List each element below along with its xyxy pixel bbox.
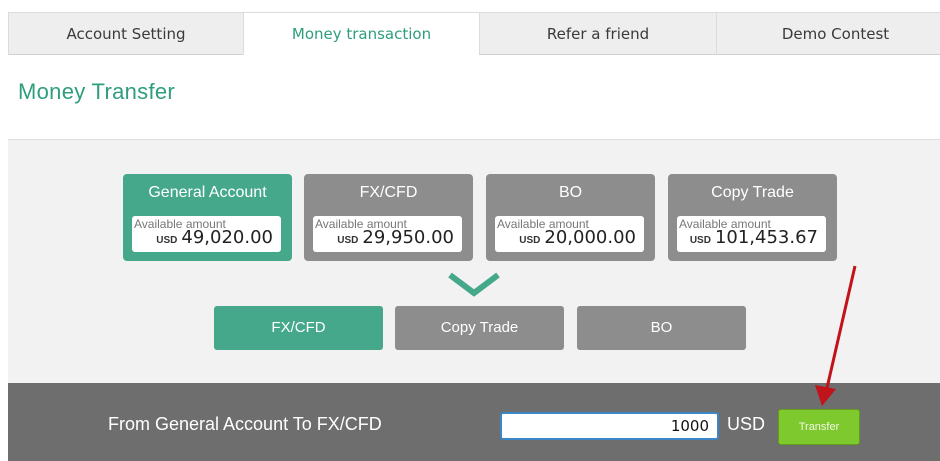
currency-label: USD: [519, 235, 541, 246]
transfer-button[interactable]: Transfer: [778, 409, 860, 445]
tab-demo-contest[interactable]: Demo Contest: [716, 12, 940, 55]
amount-text: 49,020.00: [181, 227, 273, 248]
transfer-currency-label: USD: [727, 414, 766, 434]
destination-bo-button[interactable]: BO: [577, 306, 746, 350]
available-amount-value: USD 20,000.00: [519, 228, 636, 251]
amount-text: 101,453.67: [714, 227, 818, 248]
tab-refer-a-friend[interactable]: Refer a friend: [479, 12, 717, 55]
currency-label: USD: [156, 235, 178, 246]
source-account-fx-cfd[interactable]: FX/CFD Available amount USD 29,950.00: [304, 174, 473, 261]
source-account-bo[interactable]: BO Available amount USD 20,000.00: [486, 174, 655, 261]
destination-copy-trade-button[interactable]: Copy Trade: [395, 306, 564, 350]
source-account-general[interactable]: General Account Available amount USD 49,0…: [123, 174, 292, 261]
available-amount-box: Available amount USD 29,950.00: [313, 216, 462, 252]
available-amount-box: Available amount USD 49,020.00: [132, 216, 281, 252]
source-account-name: BO: [558, 184, 583, 201]
source-account-name: General Account: [148, 184, 267, 201]
currency-label: USD: [689, 235, 711, 246]
currency-label: USD: [337, 235, 359, 246]
available-amount-value: USD 101,453.67: [690, 228, 818, 251]
tab-account-setting[interactable]: Account Setting: [8, 12, 244, 55]
chevron-down-icon: [448, 272, 500, 297]
tab-bar: Account Setting Money transaction Refer …: [8, 12, 940, 55]
source-account-copy-trade[interactable]: Copy Trade Available amount USD 101,453.6…: [668, 174, 837, 261]
source-account-name: FX/CFD: [359, 184, 418, 201]
source-account-name: Copy Trade: [711, 184, 794, 201]
available-amount-box: Available amount USD 101,453.67: [677, 216, 826, 252]
transfer-amount-input[interactable]: [500, 412, 719, 440]
available-amount-box: Available amount USD 20,000.00: [495, 216, 644, 252]
page-title: Money Transfer: [18, 79, 176, 104]
tab-money-transaction[interactable]: Money transaction: [243, 12, 480, 55]
amount-text: 20,000.00: [544, 227, 636, 248]
available-amount-value: USD 29,950.00: [337, 228, 454, 251]
available-amount-value: USD 49,020.00: [156, 228, 273, 251]
transfer-summary: From General Account To FX/CFD: [108, 414, 382, 434]
amount-text: 29,950.00: [362, 227, 454, 248]
destination-fx-cfd-button[interactable]: FX/CFD: [214, 306, 383, 350]
